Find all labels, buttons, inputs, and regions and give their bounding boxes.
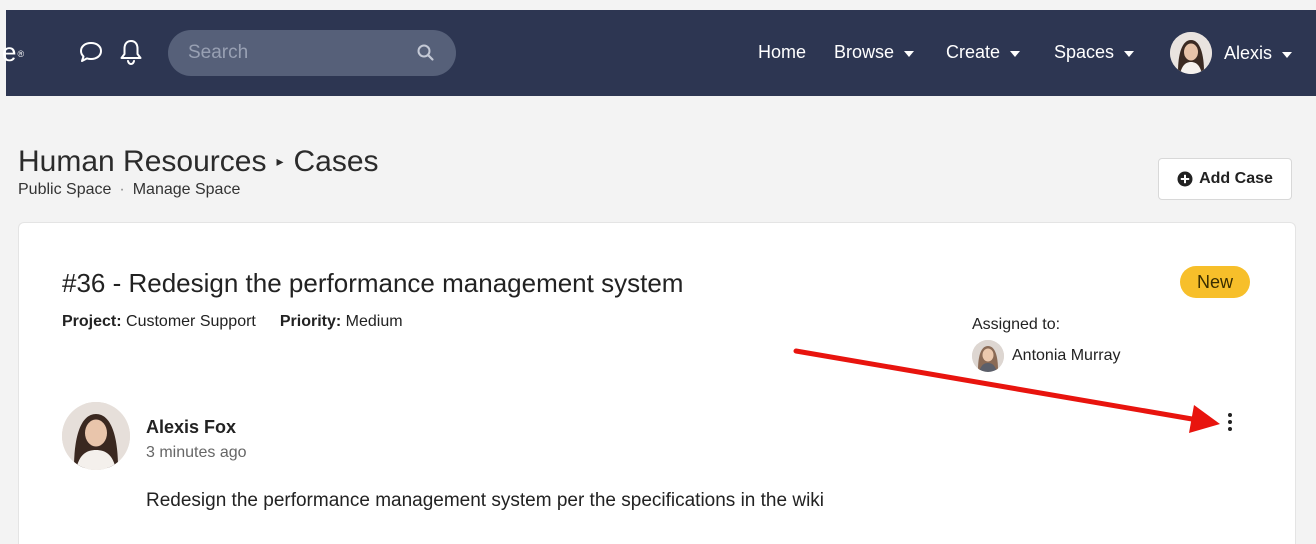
nav-spaces-label: Spaces bbox=[1054, 42, 1115, 62]
priority-label: Priority: bbox=[279, 313, 342, 330]
app-logo[interactable]: e® bbox=[2, 37, 24, 67]
logo-text: e bbox=[2, 37, 17, 67]
caret-down-icon bbox=[1010, 51, 1021, 57]
nav-spaces-menu[interactable]: Spaces bbox=[1054, 40, 1135, 64]
search-input[interactable] bbox=[188, 30, 408, 76]
subline-separator: · bbox=[119, 181, 125, 198]
case-meta: Project: Customer Support Priority: Medi… bbox=[62, 313, 403, 331]
priority-value: Medium bbox=[345, 313, 403, 330]
project-label: Project: bbox=[62, 313, 122, 330]
status-badge: New bbox=[1180, 266, 1250, 298]
plus-circle-icon bbox=[1177, 171, 1193, 187]
project-field: Project: Customer Support bbox=[62, 313, 256, 331]
assigned-to-label: Assigned to: bbox=[972, 316, 1061, 333]
logo-registered-mark: ® bbox=[17, 49, 25, 59]
search-icon[interactable] bbox=[416, 43, 436, 63]
assignee[interactable]: Antonia Murray bbox=[972, 340, 1121, 372]
space-subline: Public Space · Manage Space bbox=[18, 181, 240, 199]
comment-author-name[interactable]: Alexis Fox bbox=[146, 417, 236, 438]
nav-create-menu[interactable]: Create bbox=[946, 40, 1021, 64]
user-menu[interactable]: Alexis bbox=[1170, 32, 1293, 74]
manage-space-link[interactable]: Manage Space bbox=[133, 181, 241, 199]
space-type-label: Public Space bbox=[18, 181, 112, 198]
nav-home[interactable]: Home bbox=[758, 40, 806, 64]
case-title: #36 - Redesign the performance managemen… bbox=[62, 268, 684, 298]
nav-create-label: Create bbox=[946, 42, 1001, 62]
comment-body: Redesign the performance management syst… bbox=[146, 490, 825, 511]
caret-down-icon bbox=[904, 51, 915, 57]
breadcrumb-current: Cases bbox=[293, 145, 379, 178]
add-case-label: Add Case bbox=[1199, 170, 1273, 187]
assignee-name: Antonia Murray bbox=[1012, 347, 1121, 364]
comment-author-avatar[interactable] bbox=[62, 402, 130, 470]
nav-home-label: Home bbox=[758, 42, 807, 62]
priority-field: Priority: Medium bbox=[280, 313, 403, 331]
caret-down-icon bbox=[1282, 52, 1293, 58]
project-value: Customer Support bbox=[126, 313, 256, 330]
breadcrumb-separator-icon: ▸ bbox=[276, 153, 284, 169]
breadcrumb: Human Resources ▸ Cases bbox=[18, 144, 379, 180]
top-navigation-bar: e® Home Browse Create Spaces Alexis bbox=[2, 10, 1316, 96]
chat-bubble-icon[interactable] bbox=[78, 40, 104, 66]
add-case-button[interactable]: Add Case bbox=[1158, 158, 1292, 200]
nav-browse-label: Browse bbox=[834, 42, 895, 62]
nav-browse-menu[interactable]: Browse bbox=[834, 40, 915, 64]
search-box[interactable] bbox=[168, 30, 456, 76]
comment-timestamp: 3 minutes ago bbox=[146, 444, 247, 461]
user-name-label: Alexis bbox=[1224, 43, 1273, 63]
bell-icon[interactable] bbox=[118, 38, 144, 66]
more-options-icon[interactable] bbox=[1222, 410, 1238, 434]
caret-down-icon bbox=[1124, 51, 1135, 57]
breadcrumb-parent[interactable]: Human Resources bbox=[18, 144, 266, 180]
user-avatar bbox=[1170, 32, 1212, 74]
assignee-avatar bbox=[972, 340, 1004, 372]
